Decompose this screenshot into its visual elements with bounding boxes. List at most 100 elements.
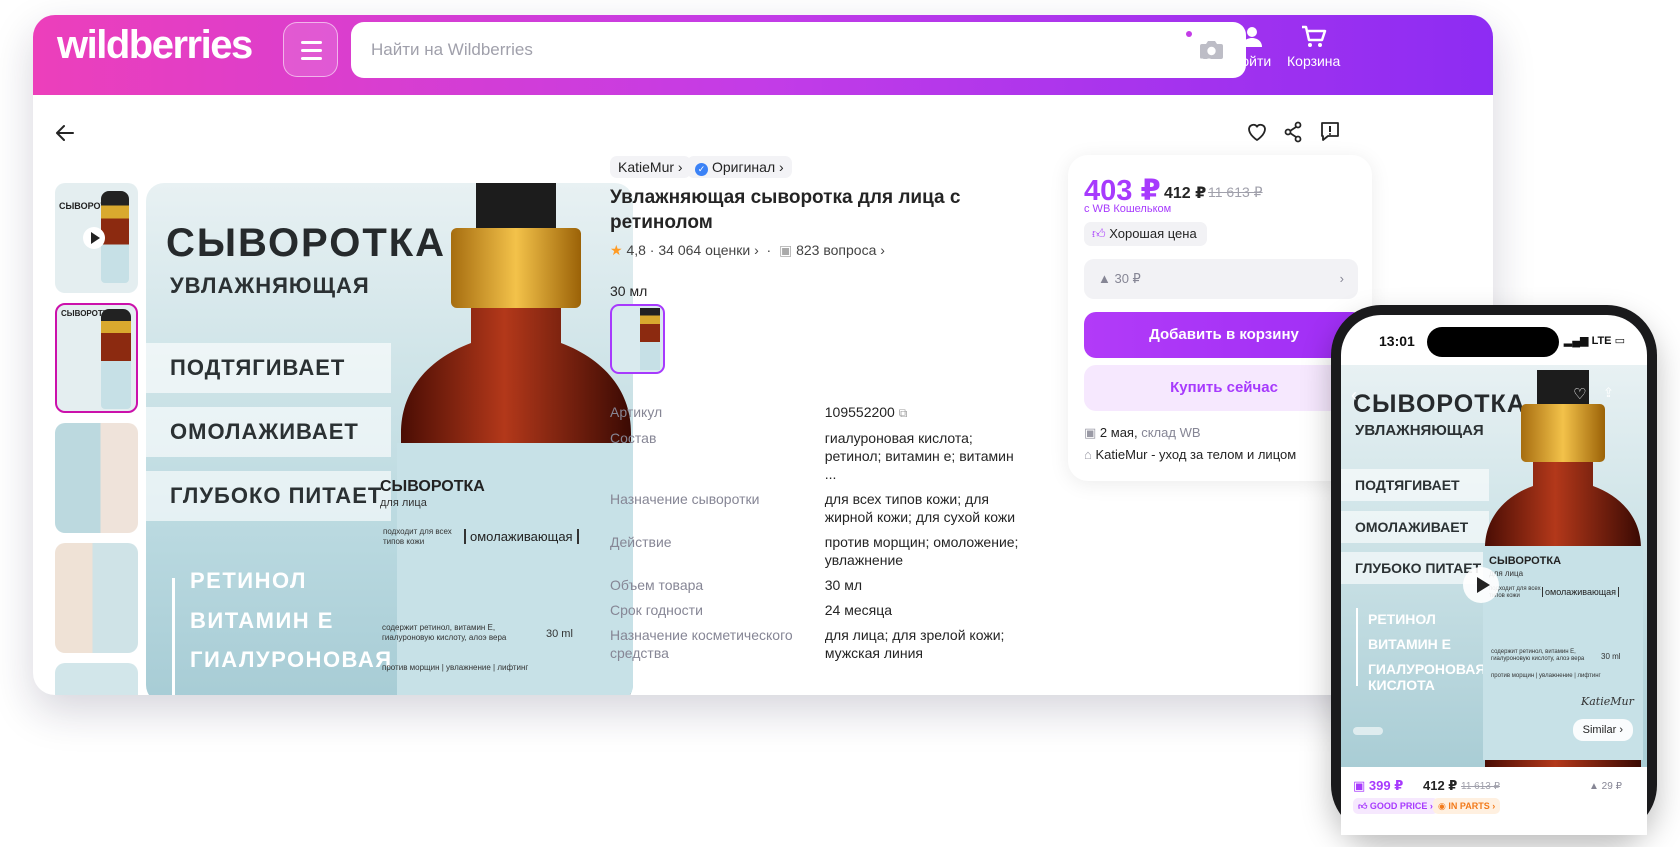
photo-band-nourish: ГЛУБОКО ПИТАЕТ xyxy=(146,471,391,521)
thumbnail-selected[interactable]: СЫВОРОТКА xyxy=(55,303,138,413)
spec-key: Назначение косметического средства xyxy=(610,627,793,661)
thumbnail-steps[interactable] xyxy=(55,663,138,695)
brand-chip[interactable]: KatieMur › xyxy=(610,156,691,178)
original-label: Оригинал xyxy=(712,159,776,175)
addresses-button[interactable]: Адреса xyxy=(1165,25,1213,69)
delivery-warehouse[interactable]: склад WB xyxy=(1141,425,1200,440)
questions-link[interactable]: 823 вопроса xyxy=(796,242,876,258)
store-icon: ⌂ xyxy=(1084,447,1092,462)
status-bar: ▂▄▆ LTE ▭ xyxy=(1564,334,1625,347)
login-button[interactable]: Войти xyxy=(1232,25,1271,69)
phone-ingredient: ВИТАМИН Е xyxy=(1368,636,1452,652)
photo-ingredient: РЕТИНОЛ xyxy=(190,568,307,593)
original-chip[interactable]: ✓ Оригинал › xyxy=(687,156,792,178)
thumbnail-strip: СЫВОРОТКА СЫВОРОТКА xyxy=(55,183,138,695)
bottle-label-bottom: против морщин | увлажнение | лифтинг xyxy=(382,663,529,672)
photo-band-rejuvenate: ОМОЛАЖИВАЕТ xyxy=(146,407,391,457)
add-to-cart-button[interactable]: Добавить в корзину xyxy=(1084,312,1364,358)
photo-ingredient: ГИАЛУРОНОВАЯ xyxy=(190,647,393,672)
delivery-info: ▣ 2 мая, склад WB xyxy=(1084,425,1201,441)
phone-screen: 13:01 ▂▄▆ LTE ▭ СЫВОРОТКА УВЛАЖНЯЮЩАЯ ПО… xyxy=(1341,315,1647,835)
phone-band: ОМОЛАЖИВАЕТ xyxy=(1341,511,1489,543)
thumb-bottle xyxy=(101,191,129,283)
search-input[interactable] xyxy=(371,22,1171,78)
photo-band-lift: ПОДТЯГИВАЕТ xyxy=(146,343,391,393)
cart-label: Корзина xyxy=(1287,53,1341,69)
bottle-label-effect: омолаживающая xyxy=(464,529,579,544)
phone-label-contents: содержит ретинол, витамин Е, гиалуронову… xyxy=(1491,649,1585,662)
spec-value: гиалуроновая кислота; ретинол; витамин е… xyxy=(824,430,1014,482)
spec-row: Назначение сыворотки для всех типов кожи;… xyxy=(610,490,1020,526)
play-icon xyxy=(1477,577,1490,593)
phone-regular-price: 412 ₽ xyxy=(1423,778,1458,793)
buy-now-button[interactable]: Купить сейчас xyxy=(1084,365,1364,411)
phone-play-button[interactable] xyxy=(1463,567,1499,603)
photo-ingredient: ВИТАМИН Е xyxy=(190,608,334,633)
rating-line: ★ 4,8 · 34 064 оценки › · ▣ 823 вопроса … xyxy=(610,242,885,258)
spec-value: для лица; для зрелой кожи; мужская линия xyxy=(824,627,1005,661)
spec-key: Артикул xyxy=(610,404,663,420)
menu-button[interactable] xyxy=(283,22,338,77)
box-icon: ▣ xyxy=(1084,425,1097,440)
spec-value: 109552200 ⧉ xyxy=(825,403,1020,422)
location-pin-icon xyxy=(1180,26,1197,48)
phone-price-value: 399 ₽ xyxy=(1368,778,1404,793)
heart-icon[interactable] xyxy=(1245,120,1269,144)
report-icon[interactable] xyxy=(1318,120,1342,144)
thumbnail-face[interactable] xyxy=(55,543,138,653)
site-header: wildberries Адреса Войти Корзина xyxy=(33,15,1493,95)
cart-button[interactable]: Корзина xyxy=(1287,25,1340,69)
back-arrow-icon[interactable] xyxy=(53,121,77,145)
phone-old-price: 11 613 ₽ xyxy=(1461,781,1500,792)
delivery-date: 2 мая, xyxy=(1099,425,1138,440)
phone-wallet-icon: ▣ xyxy=(1353,778,1366,793)
phone-ingredient: ГИАЛУРОНОВАЯ КИСЛОТА xyxy=(1368,661,1486,693)
thumb-bottle xyxy=(101,309,131,409)
ingredient-line xyxy=(172,578,175,695)
good-price-label: Хорошая цена xyxy=(1109,226,1197,241)
pagination-dots xyxy=(1353,727,1383,735)
spec-key: Состав xyxy=(610,430,657,446)
phone-ingredient-line xyxy=(1356,608,1358,686)
main-product-photo[interactable]: СЫВОРОТКА УВЛАЖНЯЮЩАЯ ПОДТЯГИВАЕТ ОМОЛАЖ… xyxy=(146,183,633,695)
similar-button[interactable]: Similar › xyxy=(1572,719,1633,741)
phone-product-photo[interactable]: СЫВОРОТКА УВЛАЖНЯЮЩАЯ ПОДТЯГИВАЕТ ОМОЛАЖ… xyxy=(1341,365,1647,767)
phone-heart-icon[interactable]: ♡ xyxy=(1573,385,1586,403)
spec-value: против морщин; омоложение; увлажнение xyxy=(824,534,1019,568)
reviews-link[interactable]: 34 064 оценки xyxy=(658,242,750,258)
share-icon[interactable] xyxy=(1281,120,1305,144)
phone-back-icon[interactable]: ‹ xyxy=(1351,385,1357,406)
bottle-label-skin: подходит для всех типов кожи xyxy=(383,527,452,546)
verified-icon: ✓ xyxy=(695,163,708,176)
seller-info[interactable]: ⌂ KatieMur - уход за телом и лицом xyxy=(1084,447,1296,462)
status-time: 13:01 xyxy=(1379,333,1415,349)
thumbnail-problems[interactable] xyxy=(55,423,138,533)
spec-row: Объем товара 30 мл xyxy=(610,576,1020,594)
phone-good-price-tag[interactable]: 👍︎ GOOD PRICE › xyxy=(1353,798,1438,814)
browser-window: wildberries Адреса Войти Корзина СЫВОРОТ… xyxy=(33,15,1493,695)
dynamic-island xyxy=(1427,327,1559,357)
spec-key: Срок годности xyxy=(610,602,703,618)
phone-ingredient: РЕТИНОЛ xyxy=(1368,611,1436,627)
product-title: Увлажняющая сыворотка для лица с ретинол… xyxy=(610,187,961,233)
spec-key: Объем товара xyxy=(610,577,704,593)
phone-in-parts-tag[interactable]: ◉ IN PARTS › xyxy=(1433,798,1501,814)
installment-row[interactable]: ▲ 30 ₽ › xyxy=(1084,259,1358,299)
bottle-label-subtitle: для лица xyxy=(380,497,427,509)
volume-label: 30 мл xyxy=(610,283,648,299)
spec-value: для всех типов кожи; для жирной кожи; дл… xyxy=(824,491,1016,525)
phone-label-effect: омолаживающая xyxy=(1542,587,1620,597)
phone-share-icon[interactable]: ⇪ xyxy=(1603,385,1614,401)
similar-label: Similar xyxy=(1582,724,1617,736)
thumbnail-video[interactable]: СЫВОРОТКА xyxy=(55,183,138,293)
installment-label: ▲ 30 ₽ xyxy=(1098,271,1141,286)
star-icon: ★ xyxy=(610,242,623,258)
phone-installment[interactable]: ▲ 29 ₽ xyxy=(1589,781,1622,792)
wallet-note[interactable]: с WB Кошельком xyxy=(1084,203,1171,215)
copy-icon[interactable]: ⧉ xyxy=(899,406,908,420)
thumbs-up-icon: 👍︎ xyxy=(1092,226,1106,241)
product-page: СЫВОРОТКА СЫВОРОТКА СЫВОРОТКА УВЛАЖНЯЮЩА… xyxy=(33,95,1493,695)
wildberries-logo[interactable]: wildberries xyxy=(57,23,253,68)
spec-key: Назначение сыворотки xyxy=(610,491,760,507)
variant-thumbnail[interactable] xyxy=(610,304,665,374)
